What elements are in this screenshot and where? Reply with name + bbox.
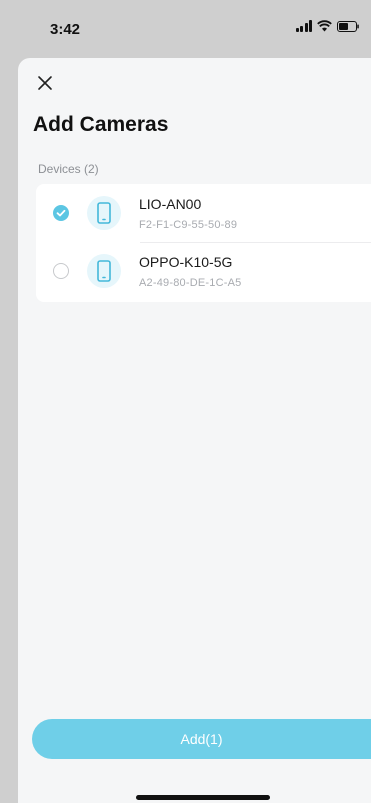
status-icons <box>295 20 360 32</box>
device-checkbox-unchecked[interactable] <box>53 263 69 279</box>
status-bar: 3:42 <box>0 0 371 58</box>
device-mac: F2-F1-C9-55-50-89 <box>139 219 238 231</box>
status-time: 3:42 <box>50 21 81 38</box>
device-mac: A2-49-80-DE-1C-A5 <box>139 277 242 289</box>
phone-icon <box>97 260 111 282</box>
close-button[interactable] <box>34 72 56 94</box>
device-name: LIO-AN00 <box>139 196 202 212</box>
device-icon-badge <box>87 254 121 288</box>
device-list: LIO-AN00 F2-F1-C9-55-50-89 OPPO-K10-5G A… <box>36 184 371 302</box>
device-checkbox-checked[interactable] <box>53 205 69 221</box>
home-indicator <box>136 795 270 800</box>
device-row-oppo-k10-5g[interactable]: OPPO-K10-5G A2-49-80-DE-1C-A5 <box>36 242 371 300</box>
check-icon <box>56 209 66 217</box>
phone-icon <box>97 202 111 224</box>
add-button[interactable]: Add(1) <box>32 719 371 759</box>
wifi-icon <box>317 20 332 32</box>
battery-icon <box>337 20 359 32</box>
device-name: OPPO-K10-5G <box>139 254 233 270</box>
devices-section-label: Devices (2) <box>38 162 99 176</box>
close-icon <box>38 76 52 90</box>
add-cameras-sheet: Add Cameras Devices (2) LIO-AN00 F2-F1-C… <box>18 58 371 803</box>
page-title: Add Cameras <box>33 113 169 136</box>
device-row-lio-an00[interactable]: LIO-AN00 F2-F1-C9-55-50-89 <box>36 184 371 242</box>
app-screen: 3:42 Add Cameras Devices (2) LIO-AN00 F2… <box>0 0 371 803</box>
device-icon-badge <box>87 196 121 230</box>
signal-icon <box>295 20 312 32</box>
